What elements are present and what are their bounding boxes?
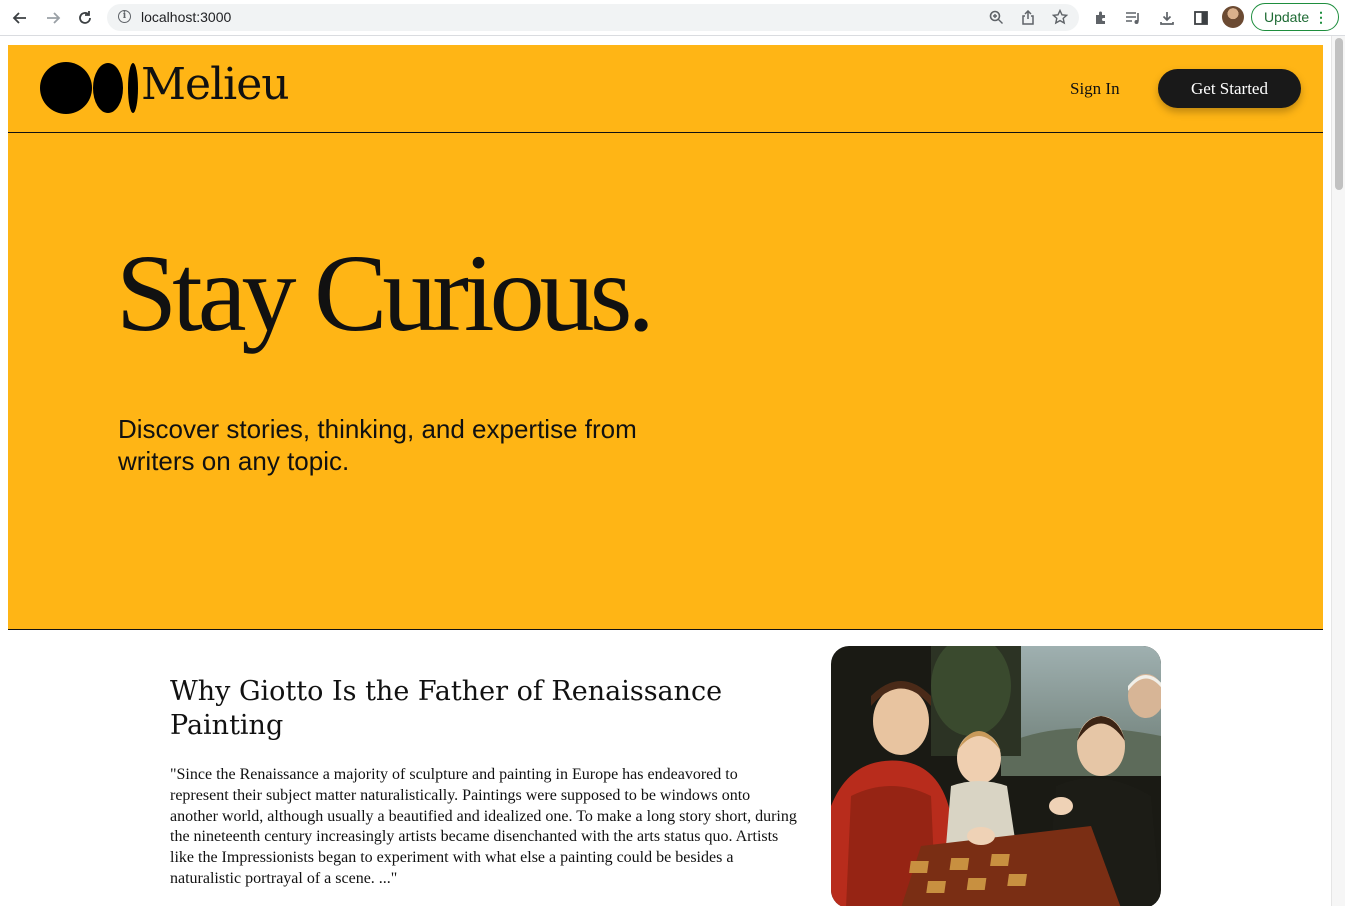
more-icon[interactable]: ⋮ [1314,10,1328,24]
page-viewport: Melieu Sign In Get Started Stay Curious.… [8,45,1323,906]
article-image[interactable] [831,646,1161,906]
media-icon[interactable] [1122,7,1144,29]
download-icon[interactable] [1156,7,1178,29]
share-icon[interactable] [1019,8,1037,26]
article-title[interactable]: Why Giotto Is the Father of Renaissance … [170,675,800,743]
info-icon[interactable]: i [118,10,131,23]
article-card[interactable]: Why Giotto Is the Father of Renaissance … [170,675,800,890]
browser-toolbar: i localhost:3000 Update ⋮ [0,0,1345,36]
forward-arrow-icon[interactable] [42,7,64,29]
sign-in-link[interactable]: Sign In [1070,79,1120,99]
page-scrollbar[interactable] [1331,36,1345,906]
update-label: Update [1264,9,1310,25]
article-excerpt: "Since the Renaissance a majority of scu… [170,766,797,887]
hero-subtitle: Discover stories, thinking, and expertis… [118,414,637,476]
logo-icon[interactable] [40,62,138,114]
logo-wordmark[interactable]: Melieu [141,59,290,110]
side-panel-icon[interactable] [1190,7,1212,29]
reload-icon[interactable] [74,7,96,29]
address-bar[interactable]: i localhost:3000 [107,4,1079,31]
profile-avatar[interactable] [1222,6,1244,28]
hero-section: Stay Curious. Discover stories, thinking… [8,133,1323,630]
star-icon[interactable] [1051,8,1069,26]
extensions-icon[interactable] [1090,7,1112,29]
back-arrow-icon[interactable] [9,7,31,29]
zoom-icon[interactable] [987,8,1005,26]
scroll-thumb[interactable] [1335,38,1343,190]
site-header: Melieu Sign In Get Started [8,45,1323,133]
hero-title: Stay Curious. [116,232,655,354]
get-started-button[interactable]: Get Started [1158,69,1301,108]
update-button[interactable]: Update ⋮ [1251,3,1339,31]
url-text[interactable]: localhost:3000 [141,9,231,25]
